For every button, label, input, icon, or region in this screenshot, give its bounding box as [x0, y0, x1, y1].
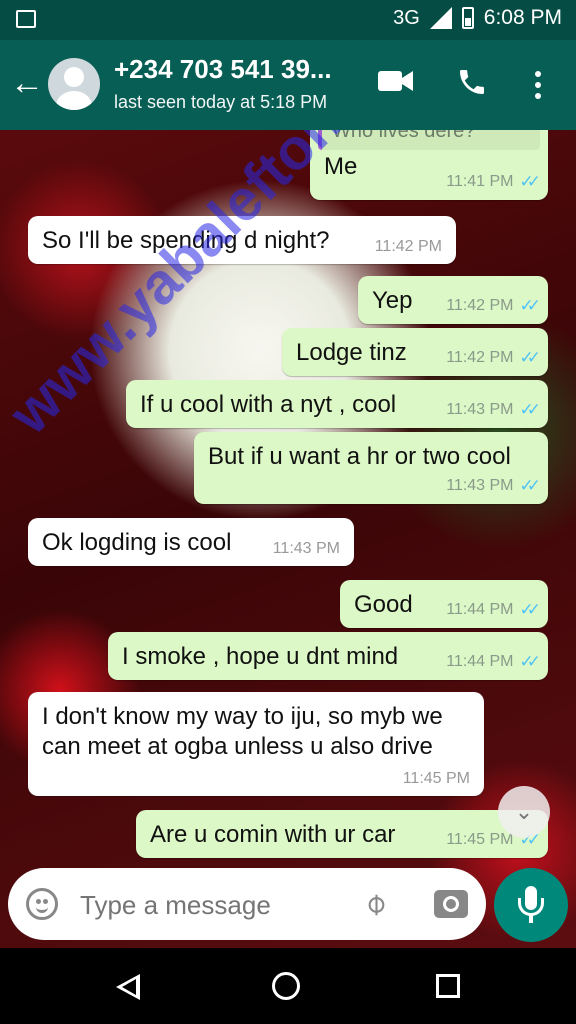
scroll-down-icon[interactable]: ⌄: [498, 786, 550, 838]
message-meta: 11:44 PM ✓✓: [446, 652, 541, 672]
message-bubble[interactable]: I don't know my way to iju, so myb we ca…: [28, 692, 484, 796]
message-text: But if u want a hr or two cool: [208, 443, 511, 470]
message-bubble[interactable]: I smoke , hope u dnt mind 11:44 PM ✓✓: [108, 632, 548, 680]
last-seen-status: last seen today at 5:18 PM: [114, 92, 328, 112]
composer-bar: ⌀: [0, 862, 576, 948]
read-receipt-icon: ✓✓: [519, 400, 541, 419]
message-time: 11:44 PM: [446, 653, 514, 670]
message-time: 11:45 PM: [402, 770, 470, 787]
phone-icon[interactable]: [456, 66, 488, 98]
camera-icon[interactable]: [434, 890, 468, 918]
avatar[interactable]: [48, 58, 100, 110]
message-time: 11:42 PM: [446, 297, 514, 314]
read-receipt-icon: ✓✓: [519, 476, 541, 495]
chat-area[interactable]: Who lives dere? Me 11:41 PM ✓✓ So I'll be…: [0, 130, 576, 948]
message-time: 11:42 PM: [446, 349, 514, 366]
message-bubble[interactable]: Good 11:44 PM ✓✓: [340, 580, 548, 628]
message-bubble[interactable]: But if u want a hr or two cool 11:43 PM ✓…: [194, 432, 548, 504]
read-receipt-icon: ✓✓: [519, 172, 541, 191]
message-input-container: ⌀: [8, 868, 486, 940]
read-receipt-icon: ✓✓: [519, 600, 541, 619]
clock: 6:08 PM: [483, 6, 562, 29]
read-receipt-icon: ✓✓: [519, 652, 541, 671]
message-bubble[interactable]: Lodge tinz 11:42 PM ✓✓: [282, 328, 548, 376]
message-bubble[interactable]: Are u comin with ur car 11:45 PM ✓✓: [136, 810, 548, 858]
message-meta: 11:43 PM ✓✓: [446, 476, 541, 496]
read-receipt-icon: ✓✓: [519, 296, 541, 315]
message-input[interactable]: [78, 882, 362, 928]
chat-header: ← +234 703 541 39... last seen today at …: [0, 40, 576, 130]
message-meta: 11:43 PM: [273, 540, 340, 558]
nav-back-icon[interactable]: [116, 974, 140, 1000]
nav-home-icon[interactable]: [272, 972, 300, 1000]
message-time: 11:43 PM: [446, 477, 514, 494]
more-icon[interactable]: [533, 70, 543, 100]
emoji-icon[interactable]: [26, 888, 58, 920]
message-meta: 11:42 PM ✓✓: [446, 296, 541, 316]
message-time: 11:43 PM: [272, 540, 340, 557]
battery-icon: [461, 7, 474, 29]
signal-icon: [429, 7, 452, 29]
message-bubble[interactable]: So I'll be spending d night? 11:42 PM: [28, 216, 456, 264]
status-bar: 3G 6:08 PM: [0, 0, 576, 40]
message-meta: 11:41 PM ✓✓: [446, 172, 541, 192]
message-meta: 11:43 PM ✓✓: [446, 400, 541, 420]
message-time: 11:43 PM: [446, 401, 514, 418]
back-arrow-icon[interactable]: ←: [10, 66, 44, 100]
message-bubble[interactable]: Ok logding is cool 11:43 PM: [28, 518, 354, 566]
message-time: 11:41 PM: [446, 173, 514, 190]
gallery-icon: [16, 10, 36, 28]
network-type: 3G: [393, 6, 420, 29]
message-time: 11:44 PM: [446, 601, 514, 618]
message-meta: 11:42 PM: [375, 238, 442, 256]
message-text: I don't know my way to iju, so myb we ca…: [42, 703, 443, 760]
message-text: Me: [324, 153, 358, 180]
message-bubble[interactable]: Yep 11:42 PM ✓✓: [358, 276, 548, 324]
message-time: 11:42 PM: [374, 238, 442, 255]
video-call-icon[interactable]: [378, 68, 414, 94]
system-nav-bar: [0, 948, 576, 1024]
message-bubble[interactable]: Who lives dere? Me 11:41 PM ✓✓: [310, 130, 548, 200]
message-bubble[interactable]: If u cool with a nyt , cool 11:43 PM ✓✓: [126, 380, 548, 428]
message-meta: 11:45 PM: [403, 770, 470, 788]
message-meta: 11:44 PM ✓✓: [446, 600, 541, 620]
read-receipt-icon: ✓✓: [519, 348, 541, 367]
message-time: 11:45 PM: [446, 831, 514, 848]
message-meta: 11:42 PM ✓✓: [446, 348, 541, 368]
contact-name[interactable]: +234 703 541 39...: [114, 54, 332, 85]
quoted-message[interactable]: Who lives dere?: [318, 130, 540, 150]
nav-recents-icon[interactable]: [436, 974, 460, 998]
mic-icon[interactable]: [494, 868, 568, 942]
